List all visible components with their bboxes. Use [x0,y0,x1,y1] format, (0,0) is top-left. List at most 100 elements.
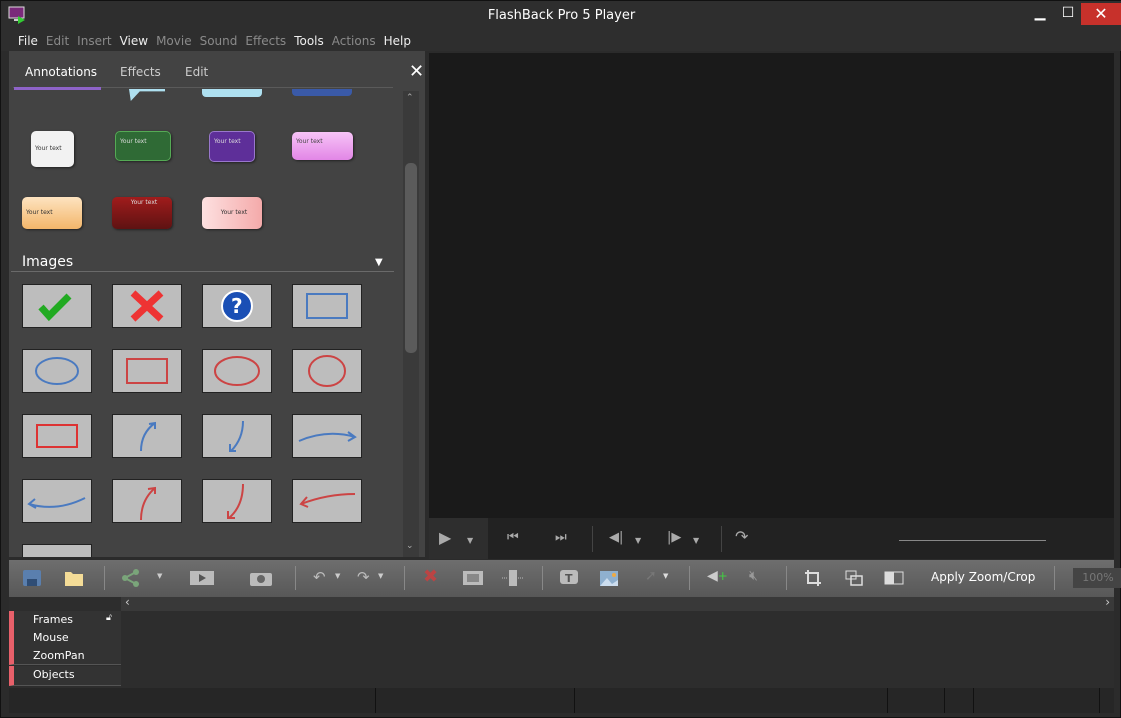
close-panel-button[interactable]: ✕ [409,61,424,82]
arrow-annotation-icon[interactable]: ➚ [645,568,657,584]
tab-annotations[interactable]: Annotations [25,65,97,79]
share-dropdown-icon[interactable]: ▼ [157,572,162,580]
menu-tools[interactable]: Tools [291,31,327,51]
scroll-down-icon[interactable]: ⌄ [406,541,414,551]
callout-lightred[interactable]: Your text [202,197,262,229]
annotations-panel: Annotations Effects Edit ✕ Your text You… [9,51,425,557]
image-tile-red-rectangle-small[interactable] [22,414,92,458]
menu-edit[interactable]: Edit [43,31,72,51]
track-mouse[interactable]: Mouse [9,629,121,647]
callout-darkred[interactable]: Your text [112,197,172,229]
menu-help[interactable]: Help [381,31,414,51]
zoom-pan-icon[interactable] [844,569,864,587]
scroll-left-icon[interactable]: ‹ [125,595,130,609]
minimize-button[interactable]: ▁ [1027,5,1053,25]
arrow-dropdown-icon[interactable]: ▼ [663,572,668,580]
red-rectangle-icon [126,358,168,384]
image-tile-blue-question[interactable]: ? [202,284,272,328]
callout-green[interactable]: Your text [115,131,171,161]
window-title: FlashBack Pro 5 Player [487,8,636,23]
image-tile-blue-ellipse[interactable] [22,349,92,393]
redo-icon[interactable]: ↷ [357,568,370,586]
images-section-header[interactable]: Images [22,254,73,270]
step-forward-icon[interactable]: |▶ [667,530,681,545]
callout-white[interactable]: Your text [31,131,74,167]
callout-partial[interactable] [129,89,165,101]
image-tile-blue-arrow-left[interactable] [22,479,92,523]
image-tile-red-rectangle[interactable] [112,349,182,393]
image-tile-blue-arrow-up-right[interactable] [112,414,182,458]
callout-partial[interactable] [202,89,262,97]
scroll-up-icon[interactable]: ⌃ [406,93,414,103]
image-tile-red-arrow-left[interactable] [292,479,362,523]
image-tile-blue-arrow-down-left[interactable] [202,414,272,458]
menu-movie[interactable]: Movie [153,31,195,51]
menu-sound[interactable]: Sound [197,31,241,51]
split-icon[interactable] [501,569,525,587]
timeline-scrollbar[interactable]: ‹ › [121,595,1114,611]
resize-icon[interactable] [884,569,906,587]
image-tile-red-circle[interactable] [292,349,362,393]
text-annotation-icon[interactable]: T [559,569,579,587]
unlock-icon[interactable]: 🔓︎ [106,613,112,623]
open-folder-icon[interactable] [64,569,84,587]
crop-icon[interactable] [804,569,824,587]
save-icon[interactable] [22,569,42,587]
go-to-start-icon[interactable]: ⏮ [507,530,519,545]
menu-file[interactable]: File [15,31,41,51]
share-icon[interactable] [121,569,141,587]
redo-dropdown-icon[interactable]: ▼ [378,572,383,580]
apply-zoom-crop-button[interactable]: Apply Zoom/Crop [931,570,1035,584]
tab-effects[interactable]: Effects [120,65,161,79]
menu-view[interactable]: View [117,31,151,51]
menu-insert[interactable]: Insert [74,31,114,51]
track-frames[interactable]: Frames [9,611,121,629]
svg-text:T: T [565,572,573,585]
close-window-button[interactable]: ✕ [1081,3,1121,25]
image-tile-red-arrow-down-left[interactable] [202,479,272,523]
title-bar: FlashBack Pro 5 Player ▁ ☐ ✕ [1,1,1121,31]
image-tile-red-x[interactable] [112,284,182,328]
export-movie-icon[interactable] [189,569,215,587]
step-back-dropdown-icon[interactable]: ▼ [635,536,641,545]
track-zoompan[interactable]: ZoomPan [9,647,121,665]
loop-icon[interactable]: ↷ [735,527,748,546]
undo-dropdown-icon[interactable]: ▼ [335,572,340,580]
maximize-button[interactable]: ☐ [1055,5,1081,25]
tab-edit[interactable]: Edit [185,65,208,79]
red-arrow-left-icon [299,493,356,508]
camera-icon[interactable] [249,569,273,587]
menu-effects[interactable]: Effects [242,31,289,51]
playback-controls: ▶ ▼ ⏮ ⏭ ◀| ▼ |▶ ▼ ↷ [429,518,1114,559]
frame-edit-icon[interactable] [461,569,485,587]
delete-icon[interactable]: ✖ [423,566,438,587]
add-sound-icon[interactable]: ◀+ [707,568,728,584]
callout-purple[interactable]: Your text [209,131,255,162]
step-back-icon[interactable]: ◀| [609,530,623,545]
go-to-end-icon[interactable]: ⏭ [555,530,567,545]
track-objects[interactable]: Objects [9,666,121,686]
play-icon[interactable]: ▶ [439,528,451,547]
image-tile-red-ellipse[interactable] [202,349,272,393]
callout-pink[interactable]: Your text [292,132,353,160]
menu-actions[interactable]: Actions [329,31,379,51]
scrollbar-thumb[interactable] [405,163,417,353]
image-tile-blue-rectangle[interactable] [292,284,362,328]
callout-partial[interactable] [292,89,352,96]
undo-icon[interactable]: ↶ [313,568,326,586]
image-annotation-icon[interactable] [599,569,619,587]
image-tile-red-arrow-up-right[interactable] [112,479,182,523]
image-tile-green-checkmark[interactable] [22,284,92,328]
step-forward-dropdown-icon[interactable]: ▼ [693,536,699,545]
play-dropdown-icon[interactable]: ▼ [467,536,473,545]
scroll-right-icon[interactable]: › [1105,595,1110,609]
image-tile-partial[interactable] [22,544,92,557]
video-preview [429,53,1114,518]
collapse-arrow-icon[interactable]: ▼ [375,257,383,268]
green-checkmark-icon [38,293,72,322]
image-tile-blue-arrow-right[interactable] [292,414,362,458]
zoom-level-field[interactable]: 100% [1073,568,1121,588]
callout-orange[interactable]: Your text [22,197,82,229]
position-slider[interactable] [899,540,1046,541]
mute-icon[interactable]: 🔇︎ [749,568,758,584]
